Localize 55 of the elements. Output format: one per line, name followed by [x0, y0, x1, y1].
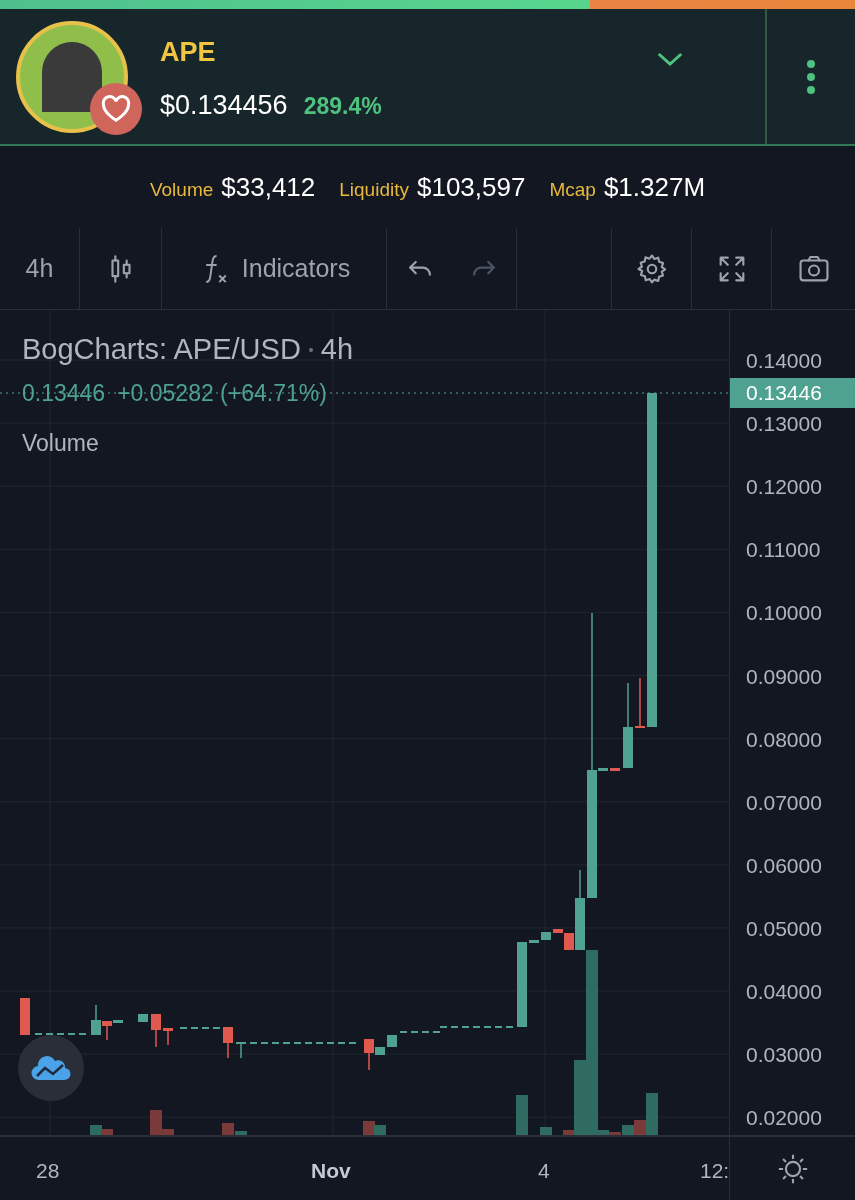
candle — [223, 1026, 233, 1059]
candle — [387, 1034, 397, 1048]
price-axis-label: 0.03000 — [746, 1044, 822, 1066]
candle — [151, 1013, 161, 1048]
favorite-heart-button[interactable] — [90, 82, 142, 135]
stat-value: $103,597 — [417, 170, 526, 204]
price-axis-label: 0.05000 — [746, 917, 822, 939]
candle — [610, 767, 620, 772]
candle — [20, 997, 30, 1036]
cloud-chart-icon — [31, 1054, 71, 1082]
stat-label: Liquidity — [339, 177, 409, 202]
indicators-button[interactable]: Indicators — [162, 228, 387, 309]
price-axis-label: 0.07000 — [746, 791, 822, 813]
chart-interval: 4h — [320, 332, 354, 367]
volume-legend: Volume — [22, 426, 707, 461]
volume-bar — [516, 1095, 528, 1135]
stat-label: Mcap — [549, 177, 596, 202]
candle — [529, 939, 539, 944]
price-axis-label: 0.13000 — [746, 413, 822, 435]
time-axis-label: 12: — [700, 1158, 729, 1184]
flat-candle-line — [399, 1031, 441, 1033]
volume-bar — [540, 1127, 552, 1135]
price-change: 289.4% — [303, 91, 382, 121]
price-axis-label: 0.02000 — [746, 1107, 822, 1129]
token-name: APE — [160, 36, 217, 69]
price-axis-label: 0.11000 — [746, 539, 821, 561]
last-price: 0.13446 — [22, 378, 106, 408]
heart-icon — [101, 94, 131, 123]
price-axis-label: 0.08000 — [746, 728, 822, 750]
token-price: $0.134456 — [160, 88, 288, 122]
price-axis-label: 0.09000 — [746, 665, 822, 687]
flat-candle-line — [179, 1027, 221, 1029]
stat-label: Volume — [149, 177, 214, 202]
candle — [163, 1027, 173, 1046]
price-axis-label: 0.12000 — [746, 476, 822, 498]
candle — [635, 677, 645, 729]
price-axis-label: 0.06000 — [746, 854, 822, 876]
chart-title: BogCharts: APE/USD — [22, 332, 301, 367]
price-axis-label: 0.04000 — [746, 981, 822, 1002]
candle — [541, 931, 551, 941]
time-axis-label: 4 — [538, 1158, 550, 1184]
current-price-tag: 0.13446 — [730, 378, 855, 408]
interval-button[interactable]: 4h — [0, 228, 80, 309]
price-axis-label: 0.14000 — [746, 350, 822, 371]
stat-value: $33,412 — [221, 170, 316, 204]
volume-bar — [363, 1121, 375, 1135]
time-axis-label: 28 — [36, 1158, 60, 1184]
candle — [236, 1041, 246, 1059]
stat-value: $1.327M — [603, 170, 706, 204]
more-options-icon[interactable] — [806, 58, 816, 95]
time-axis-label: Nov — [311, 1158, 351, 1184]
price-axis-label: 0.10000 — [746, 602, 822, 624]
price-change-legend: +0.05282 (+64.71%) — [117, 375, 327, 410]
candle — [138, 1013, 148, 1023]
volume-bar — [374, 1125, 386, 1135]
